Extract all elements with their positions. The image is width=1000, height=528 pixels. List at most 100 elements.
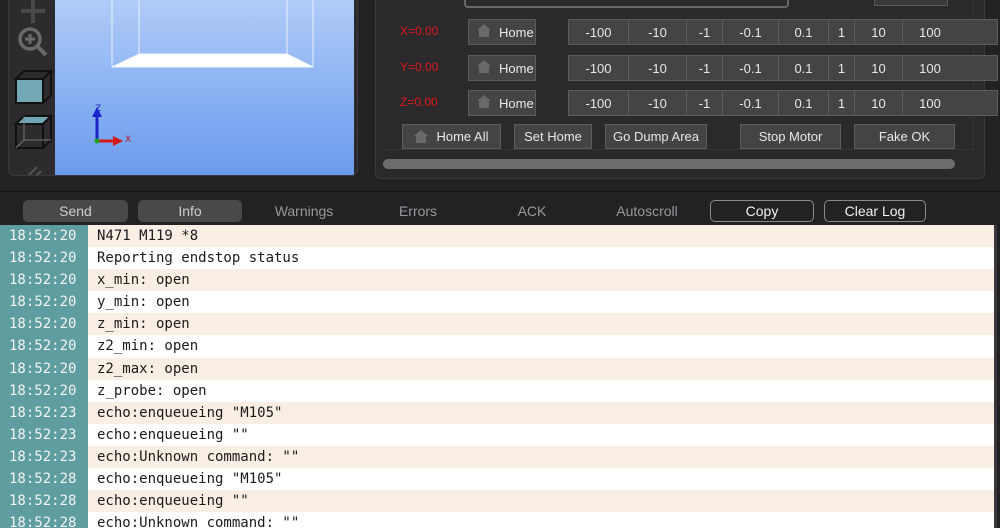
log-row: 18:52:20 z2_max: open	[0, 357, 994, 380]
jog-row-z: -100 -10 -1 -0.1 0.1 1 10 100	[568, 90, 998, 116]
app-window: Z X X=0.00 Home -100 -10 -1 -0.1 0.1 1 10 100 Y…	[0, 0, 1000, 528]
log-timestamp: 18:52:20	[0, 291, 88, 314]
jog-z-button[interactable]: 100	[903, 91, 957, 115]
jog-z-button[interactable]: -0.1	[723, 91, 779, 115]
log-timestamp: 18:52:20	[0, 379, 88, 402]
tab-ack[interactable]: ACK	[480, 200, 584, 222]
jog-row-x: -100 -10 -1 -0.1 0.1 1 10 100	[568, 19, 998, 45]
log-message: echo:enqueueing ""	[88, 490, 994, 513]
jog-x-button[interactable]: -10	[629, 20, 687, 44]
zoom-in-icon[interactable]	[13, 22, 53, 62]
copy-button[interactable]: Copy	[710, 200, 814, 222]
log-timestamp: 18:52:23	[0, 401, 88, 424]
resize-grip-icon[interactable]	[13, 151, 53, 175]
jog-z-button[interactable]: -100	[569, 91, 629, 115]
jog-x-button[interactable]: 10	[855, 20, 903, 44]
home-y-button[interactable]: Home	[468, 55, 536, 81]
jog-x-button[interactable]: 100	[903, 20, 957, 44]
log-message: x_min: open	[88, 269, 994, 292]
jog-z-button[interactable]: 0.1	[779, 91, 829, 115]
jog-y-button[interactable]: -10	[629, 56, 687, 80]
log-list[interactable]: 18:52:20 N471 M119 *8 18:52:20 Reporting en…	[0, 225, 997, 528]
jog-z-button[interactable]: 10	[855, 91, 903, 115]
log-row: 18:52:28 echo:enqueueing "M105"	[0, 468, 994, 491]
jog-row-y: -100 -10 -1 -0.1 0.1 1 10 100	[568, 55, 998, 81]
home-z-button[interactable]: Home	[468, 90, 536, 116]
tab-info[interactable]: Info	[138, 200, 242, 222]
jog-x-button[interactable]: -0.1	[723, 20, 779, 44]
log-row: 18:52:23 echo:enqueueing "M105"	[0, 401, 994, 424]
log-message: echo:enqueueing ""	[88, 423, 994, 446]
log-timestamp: 18:52:23	[0, 423, 88, 446]
tab-send[interactable]: Send	[23, 200, 128, 222]
axis-x-label: X	[125, 135, 132, 145]
go-dump-area-button[interactable]: Go Dump Area	[605, 124, 707, 149]
jog-x-button[interactable]: -100	[569, 20, 629, 44]
log-message: echo:enqueueing "M105"	[88, 468, 994, 491]
home-icon	[477, 24, 491, 40]
log-message: Reporting endstop status	[88, 247, 994, 270]
clear-log-button[interactable]: Clear Log	[824, 200, 926, 222]
log-filter-bar: Send Info Warnings Errors ACK Autoscroll…	[0, 191, 1000, 225]
home-all-label: Home All	[436, 129, 489, 144]
log-message: echo:Unknown command: ""	[88, 512, 994, 528]
home-z-label: Home	[499, 95, 534, 111]
home-icon	[477, 95, 491, 111]
home-x-label: Home	[499, 24, 534, 40]
log-timestamp: 18:52:28	[0, 490, 88, 513]
log-row: 18:52:20 N471 M119 *8	[0, 225, 994, 248]
log-row: 18:52:23 echo:Unknown command: ""	[0, 445, 994, 469]
jog-x-button[interactable]: 0.1	[779, 20, 829, 44]
3d-viewport[interactable]: Z X	[55, 0, 354, 175]
jog-y-button[interactable]: -0.1	[723, 56, 779, 80]
jog-x-button[interactable]: 1	[829, 20, 855, 44]
top-button[interactable]	[874, 0, 948, 6]
jog-y-button[interactable]: 10	[855, 56, 903, 80]
log-timestamp: 18:52:28	[0, 468, 88, 491]
jog-y-button[interactable]: 0.1	[779, 56, 829, 80]
horizontal-scrollbar[interactable]	[383, 159, 955, 169]
jog-y-button[interactable]: 100	[903, 56, 957, 80]
log-row: 18:52:28 echo:Unknown command: ""	[0, 512, 994, 528]
top-input-field[interactable]	[464, 0, 789, 8]
log-row: 18:52:20 z_probe: open	[0, 379, 994, 402]
home-icon	[477, 60, 491, 76]
jog-y-button[interactable]: -100	[569, 56, 629, 80]
y-position-label: Y=0.00	[400, 60, 439, 74]
tab-warnings[interactable]: Warnings	[252, 200, 356, 222]
log-message: z2_max: open	[88, 357, 994, 380]
log-message: N471 M119 *8	[88, 225, 994, 248]
home-x-button[interactable]: Home	[468, 19, 536, 45]
stop-motor-button[interactable]: Stop Motor	[740, 124, 841, 149]
log-row: 18:52:20 x_min: open	[0, 269, 994, 292]
home-all-button[interactable]: Home All	[402, 124, 501, 149]
jog-x-button[interactable]: -1	[687, 20, 723, 44]
log-timestamp: 18:52:20	[0, 313, 88, 336]
log-message: echo:Unknown command: ""	[88, 445, 994, 469]
log-row: 18:52:20 z_min: open	[0, 313, 994, 336]
top-view-cube-icon[interactable]	[13, 112, 53, 152]
autoscroll-toggle[interactable]: Autoscroll	[595, 200, 699, 222]
front-view-cube-icon[interactable]	[13, 67, 53, 107]
fake-ok-button[interactable]: Fake OK	[854, 124, 955, 149]
tab-errors[interactable]: Errors	[366, 200, 470, 222]
axis-z-label: Z	[95, 104, 102, 114]
set-home-button[interactable]: Set Home	[514, 124, 592, 149]
log-timestamp: 18:52:23	[0, 445, 88, 469]
log-timestamp: 18:52:20	[0, 225, 88, 248]
jog-z-button[interactable]: -1	[687, 91, 723, 115]
view-toolbar	[9, 0, 55, 175]
jog-y-button[interactable]: -1	[687, 56, 723, 80]
log-timestamp: 18:52:20	[0, 247, 88, 270]
log-message: z2_min: open	[88, 335, 994, 358]
jog-z-button[interactable]: 1	[829, 91, 855, 115]
jog-y-button[interactable]: 1	[829, 56, 855, 80]
log-message: y_min: open	[88, 291, 994, 314]
log-row: 18:52:20 z2_min: open	[0, 335, 994, 358]
log-message: z_probe: open	[88, 379, 994, 402]
log-timestamp: 18:52:20	[0, 335, 88, 358]
3d-view-panel: Z X	[8, 0, 358, 176]
log-row: 18:52:20 y_min: open	[0, 291, 994, 314]
jog-z-button[interactable]: -10	[629, 91, 687, 115]
log-message: echo:enqueueing "M105"	[88, 401, 994, 424]
